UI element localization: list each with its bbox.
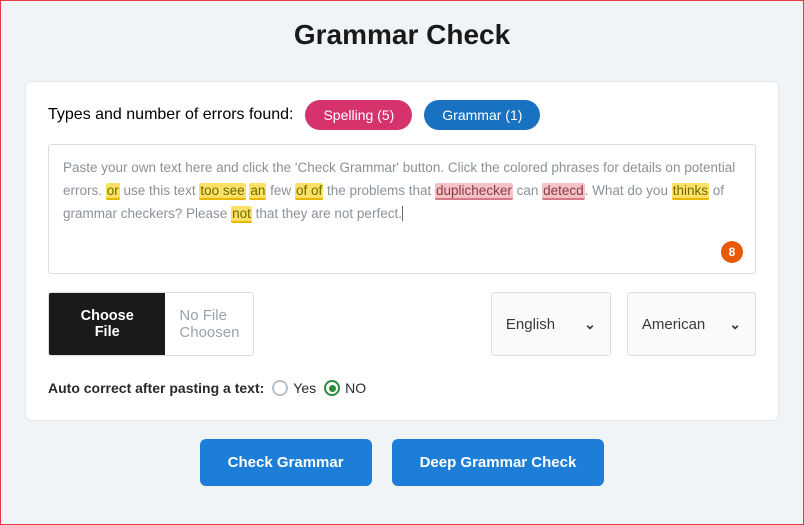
autocorrect-no-radio[interactable]: NO [324, 380, 366, 396]
highlight-thinks[interactable]: thinks [672, 183, 709, 200]
editor-text: use this text [120, 183, 200, 198]
editor-text: can [513, 183, 542, 198]
errors-summary: Types and number of errors found: Spelli… [48, 100, 756, 130]
variant-select-value: American [642, 316, 705, 333]
highlight-or[interactable]: or [106, 183, 120, 200]
editor-text: the problems that [323, 183, 435, 198]
variant-select[interactable]: American ⌄ [627, 292, 756, 356]
spelling-pill[interactable]: Spelling (5) [305, 100, 412, 130]
choose-file-button[interactable]: Choose File [49, 293, 165, 355]
language-select[interactable]: English ⌄ [491, 292, 611, 356]
chevron-down-icon: ⌄ [584, 316, 596, 333]
autocorrect-row: Auto correct after pasting a text: Yes N… [48, 380, 756, 396]
deep-grammar-check-button[interactable]: Deep Grammar Check [392, 439, 605, 486]
radio-icon [324, 380, 340, 396]
editor-text: few [266, 183, 295, 198]
highlight-of-of[interactable]: of of [295, 183, 323, 200]
file-picker: Choose File No File Choosen [48, 292, 254, 356]
language-select-value: English [506, 316, 555, 333]
highlight-not[interactable]: not [231, 206, 252, 223]
radio-icon [272, 380, 288, 396]
highlight-an[interactable]: an [249, 183, 266, 200]
grammar-pill[interactable]: Grammar (1) [424, 100, 540, 130]
radio-label-yes: Yes [293, 380, 316, 396]
text-editor[interactable]: Paste your own text here and click the '… [48, 144, 756, 274]
editor-text: that they are not perfect. [252, 206, 402, 221]
text-cursor [402, 206, 403, 221]
check-grammar-button[interactable]: Check Grammar [200, 439, 372, 486]
highlight-too-see[interactable]: too see [199, 183, 245, 200]
errors-label: Types and number of errors found: [48, 106, 293, 124]
page-title: Grammar Check [1, 19, 803, 51]
autocorrect-yes-radio[interactable]: Yes [272, 380, 316, 396]
main-card: Types and number of errors found: Spelli… [25, 81, 779, 421]
highlight-duplichecker[interactable]: duplichecker [435, 183, 513, 200]
file-name-display: No File Choosen [165, 293, 253, 355]
autocorrect-label: Auto correct after pasting a text: [48, 380, 264, 396]
editor-text: . What do you [585, 183, 672, 198]
error-count-badge[interactable]: 8 [721, 241, 743, 263]
radio-label-no: NO [345, 380, 366, 396]
chevron-down-icon: ⌄ [729, 316, 741, 333]
action-buttons: Check Grammar Deep Grammar Check [1, 439, 803, 486]
highlight-detecd[interactable]: detecd [542, 183, 585, 200]
radio-dot-icon [329, 385, 336, 392]
